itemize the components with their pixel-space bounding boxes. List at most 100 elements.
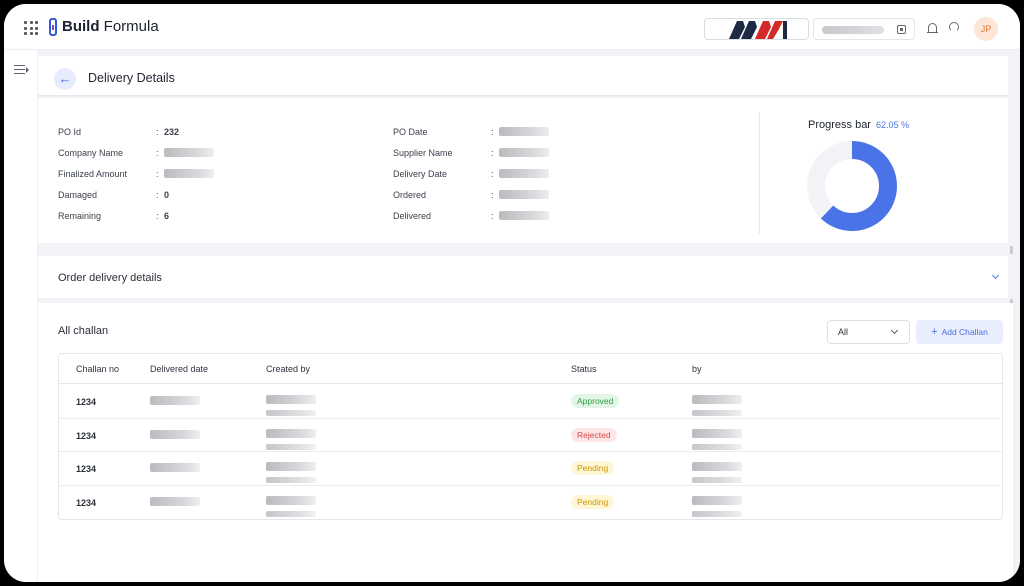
workspace-selector[interactable] bbox=[813, 18, 915, 40]
filter-selected-value: All bbox=[838, 327, 849, 337]
status-badge: Pending bbox=[571, 494, 615, 509]
info-separator: : bbox=[156, 148, 159, 158]
support-headset-icon[interactable] bbox=[949, 22, 959, 32]
info-value bbox=[499, 147, 549, 158]
delivered-date-redacted bbox=[150, 496, 200, 506]
info-separator: : bbox=[491, 127, 494, 137]
progress-heading: Progress bar 62.05 % bbox=[808, 119, 909, 131]
info-value bbox=[164, 168, 214, 179]
top-bar: Build Formula JP bbox=[4, 4, 1020, 50]
brand-light-text: Formula bbox=[103, 18, 159, 35]
back-arrow-button[interactable]: ← bbox=[54, 68, 76, 90]
info-separator: : bbox=[156, 169, 159, 179]
progress-label: Progress bar bbox=[808, 119, 871, 131]
info-value bbox=[499, 126, 549, 137]
mv-logo-icon bbox=[729, 21, 787, 39]
app-window: Build Formula JP ← Delivery Details PO I… bbox=[4, 4, 1020, 582]
info-label: Ordered bbox=[393, 190, 427, 200]
info-separator: : bbox=[491, 190, 494, 200]
created-by-detail-redacted bbox=[266, 477, 316, 483]
column-header-created-by[interactable]: Created by bbox=[266, 364, 310, 374]
delivered-date-redacted bbox=[150, 429, 200, 439]
info-value bbox=[499, 189, 549, 200]
created-by-detail-redacted bbox=[266, 510, 316, 517]
by-name-redacted bbox=[692, 462, 742, 471]
workspace-name-redacted bbox=[822, 26, 884, 34]
info-separator: : bbox=[491, 169, 494, 179]
challan-number[interactable]: 1234 bbox=[76, 464, 96, 474]
table-row[interactable]: 1234 Rejected bbox=[59, 419, 1002, 452]
challan-number[interactable]: 1234 bbox=[76, 397, 96, 407]
column-header-delivered-date[interactable]: Delivered date bbox=[150, 364, 208, 374]
created-by-detail-redacted bbox=[266, 443, 316, 450]
info-separator: : bbox=[491, 211, 494, 221]
table-row[interactable]: 1234 Approved bbox=[59, 385, 1002, 419]
po-info-card: PO Id:232 Company Name: Finalized Amount: D… bbox=[38, 98, 1008, 243]
info-label: PO Id bbox=[58, 127, 82, 137]
progress-percent: 62.05 % bbox=[876, 120, 910, 130]
redacted-value bbox=[499, 127, 549, 137]
user-avatar[interactable]: JP bbox=[974, 17, 998, 41]
redacted-value bbox=[499, 169, 549, 179]
company-logo[interactable] bbox=[704, 18, 809, 40]
challan-section: All challan All + Add Challan Challan no … bbox=[38, 303, 1013, 582]
info-label: Damaged bbox=[58, 190, 98, 200]
side-rail bbox=[4, 50, 38, 582]
column-header-status[interactable]: Status bbox=[571, 364, 597, 374]
table-row[interactable]: 1234 Pending bbox=[59, 486, 1002, 520]
by-name-redacted bbox=[692, 495, 742, 505]
table-row[interactable]: 1234 Pending bbox=[59, 452, 1002, 486]
info-label: Delivered bbox=[393, 211, 432, 221]
info-value: 232 bbox=[164, 127, 180, 137]
redacted-value bbox=[499, 148, 549, 158]
order-delivery-accordion[interactable]: Order delivery details bbox=[38, 256, 1008, 298]
challan-title: All challan bbox=[58, 325, 109, 337]
status-filter-select[interactable]: All bbox=[827, 320, 910, 344]
chevron-down-icon[interactable] bbox=[991, 271, 1000, 280]
vertical-divider bbox=[759, 112, 760, 234]
by-name-redacted bbox=[692, 395, 742, 404]
info-value: 0 bbox=[164, 190, 170, 200]
order-delivery-title: Order delivery details bbox=[58, 272, 162, 284]
info-separator: : bbox=[156, 127, 159, 137]
workspace-switch-icon[interactable] bbox=[897, 25, 906, 34]
challan-number[interactable]: 1234 bbox=[76, 431, 96, 441]
by-detail-redacted bbox=[692, 510, 742, 517]
delivered-date-redacted bbox=[150, 396, 200, 405]
apps-grid-icon[interactable] bbox=[24, 21, 38, 35]
info-value bbox=[499, 168, 549, 179]
info-value: 6 bbox=[164, 211, 170, 221]
by-detail-redacted bbox=[692, 410, 742, 416]
info-label: Supplier Name bbox=[393, 148, 453, 158]
column-header-by[interactable]: by bbox=[692, 364, 702, 374]
add-challan-label: Add Challan bbox=[941, 327, 988, 337]
info-label: Company Name bbox=[58, 148, 124, 158]
page-header: ← Delivery Details bbox=[38, 56, 1008, 96]
created-by-name-redacted bbox=[266, 428, 316, 438]
challan-number[interactable]: 1234 bbox=[76, 498, 96, 508]
status-badge: Approved bbox=[571, 394, 620, 408]
by-detail-redacted bbox=[692, 477, 742, 483]
add-challan-button[interactable]: + Add Challan bbox=[916, 320, 1003, 344]
info-label: Remaining bbox=[58, 211, 102, 221]
delivered-date-redacted bbox=[150, 463, 200, 472]
chevron-down-icon bbox=[890, 326, 899, 335]
progress-donut-chart bbox=[807, 141, 897, 231]
by-name-redacted bbox=[692, 428, 742, 438]
info-value bbox=[164, 147, 214, 158]
expand-menu-icon[interactable] bbox=[14, 65, 29, 75]
brand-bold-text: Build bbox=[62, 18, 100, 35]
status-badge: Pending bbox=[571, 461, 615, 475]
created-by-name-redacted bbox=[266, 495, 316, 505]
info-separator: : bbox=[156, 190, 159, 200]
notification-bell-icon[interactable] bbox=[927, 23, 938, 34]
info-label: Finalized Amount bbox=[58, 169, 128, 179]
page-title: Delivery Details bbox=[88, 71, 175, 85]
scroll-indicator bbox=[1010, 246, 1013, 254]
table-header: Challan no Delivered date Created by Sta… bbox=[59, 354, 1002, 384]
info-label: Delivery Date bbox=[393, 169, 448, 179]
column-header-challan-no[interactable]: Challan no bbox=[76, 364, 119, 374]
created-by-detail-redacted bbox=[266, 410, 316, 416]
by-detail-redacted bbox=[692, 443, 742, 450]
main-content: ← Delivery Details PO Id:232 Company Name… bbox=[38, 50, 1020, 582]
